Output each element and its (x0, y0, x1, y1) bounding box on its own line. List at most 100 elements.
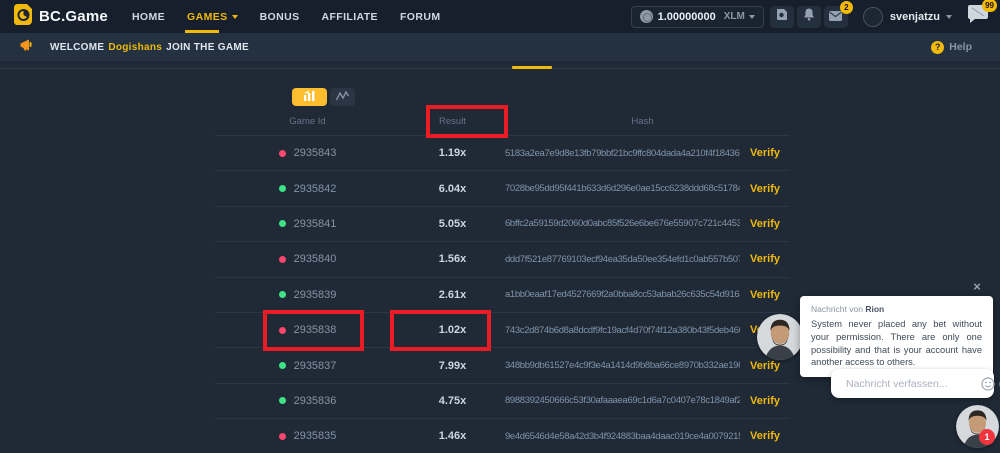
balance-amount: 1.00000000 (658, 11, 716, 23)
list-view-button[interactable] (292, 88, 327, 106)
chat-toggle-button[interactable]: 99 (968, 5, 988, 28)
help-button[interactable]: ? Help (931, 33, 972, 61)
annotation-box-result-1-02x (390, 310, 491, 351)
bc-game-logo-icon (13, 3, 33, 31)
chat-input[interactable] (831, 369, 981, 398)
verify-link[interactable]: Verify (740, 395, 790, 407)
hash-value: 743c2d874b6d8a8dcdf9fc19acf4d70f74f12a38… (505, 325, 740, 336)
emoji-icon[interactable] (981, 377, 995, 391)
mail-badge: 2 (840, 1, 853, 14)
chevron-down-icon (232, 15, 238, 19)
help-label: Help (949, 41, 972, 53)
chat-sender-avatar (757, 314, 803, 360)
verify-link[interactable]: Verify (740, 360, 790, 372)
status-dot (279, 150, 286, 157)
verify-link[interactable]: Verify (740, 253, 790, 265)
bar-chart-icon (303, 88, 317, 106)
hash-value: 9e4d6546d4e58a42d3b4f924883baa4daac019ce… (505, 431, 740, 442)
table-row: 2935840 1.56x ddd7f521e87769103ecf94ea35… (215, 241, 790, 276)
vault-button[interactable] (770, 6, 794, 28)
hash-value: 6bffc2a59159d2060d0abc85f526e6be676e5590… (505, 218, 740, 229)
hash-value: a1bb0eaaf17ed4527669f2a0bba8cc53abab26c6… (505, 289, 740, 300)
view-toggle-group (292, 88, 355, 106)
chat-badge: 99 (982, 0, 997, 12)
welcome-prefix: WELCOME (50, 42, 104, 53)
chat-message-card: Nachricht von Rion System never placed a… (800, 296, 993, 377)
bell-icon (803, 8, 815, 26)
verify-link[interactable]: Verify (740, 147, 790, 159)
megaphone-icon (20, 38, 34, 56)
balance-selector[interactable]: 1.00000000 XLM (631, 6, 764, 28)
hash-value: 5183a2ea7e9d8e13fb79bbf21bc9ffc804dada4a… (505, 148, 740, 159)
status-dot (279, 433, 286, 440)
status-dot (279, 291, 286, 298)
welcome-banner: WELCOME Dogishans JOIN THE GAME ? Help (0, 33, 1000, 61)
table-row: 2935842 6.04x 7028be95dd95f441b633d6d296… (215, 170, 790, 205)
game-id: 2935842 (294, 183, 337, 195)
status-dot (279, 220, 286, 227)
result-value: 1.46x (400, 430, 505, 442)
result-value: 7.99x (400, 360, 505, 372)
game-id: 2935835 (294, 430, 337, 442)
annotation-box-game-id-2935838 (263, 310, 364, 351)
trend-view-button[interactable] (330, 88, 355, 106)
nav-item-home[interactable]: HOME (132, 0, 165, 33)
result-value: 2.61x (400, 289, 505, 301)
hash-value: 7028be95dd95f441b633d6d296e0ae15cc6238dd… (505, 183, 740, 194)
annotation-box-result-header (426, 105, 508, 138)
chat-unread-badge: 1 (979, 429, 995, 445)
chevron-down-icon[interactable] (946, 15, 952, 19)
table-row: 2935839 2.61x a1bb0eaaf17ed4527669f2a0bb… (215, 277, 790, 312)
username[interactable]: svenjatzu (890, 11, 940, 23)
nav-item-forum[interactable]: FORUM (400, 0, 441, 33)
status-dot (279, 362, 286, 369)
chat-message-text: System never placed any bet without your… (811, 318, 982, 369)
chat-sender-name: Rion (865, 304, 884, 314)
balance-currency: XLM (724, 11, 745, 22)
verify-link[interactable]: Verify (740, 430, 790, 442)
game-id: 2935836 (294, 395, 337, 407)
result-value: 4.75x (400, 395, 505, 407)
nav-item-games[interactable]: GAMES (187, 0, 238, 33)
main-nav: HOME GAMES BONUS AFFILIATE FORUM (132, 0, 463, 33)
game-id: 2935840 (294, 253, 337, 265)
notifications-button[interactable] (797, 6, 821, 28)
question-mark-icon: ? (931, 41, 944, 54)
hash-value: ddd7f521e87769103ecf94ea35da50ee354efd1c… (505, 254, 740, 265)
result-value: 5.05x (400, 218, 505, 230)
game-id: 2935841 (294, 218, 337, 230)
table-row: 2935836 4.75x 8988392450666c53f30afaaaea… (215, 383, 790, 418)
brand-name: BC.Game (39, 8, 108, 25)
chevron-down-icon (749, 15, 755, 19)
mail-button[interactable]: 2 (824, 6, 848, 28)
status-dot (279, 256, 286, 263)
close-icon[interactable]: × (969, 279, 985, 294)
verify-link[interactable]: Verify (740, 289, 790, 301)
verify-link[interactable]: Verify (740, 183, 790, 195)
nav-item-bonus[interactable]: BONUS (260, 0, 300, 33)
nav-item-games-label: GAMES (187, 11, 228, 23)
nav-item-affiliate[interactable]: AFFILIATE (321, 0, 377, 33)
game-id: 2935837 (294, 360, 337, 372)
status-dot (279, 397, 286, 404)
tabs-divider (0, 68, 1000, 69)
verify-link[interactable]: Verify (740, 218, 790, 230)
result-value: 6.04x (400, 183, 505, 195)
trend-line-icon (336, 88, 349, 106)
navbar-right: 1.00000000 XLM 2 svenjatzu (631, 0, 1000, 33)
result-value: 1.56x (400, 253, 505, 265)
chat-from-text: Nachricht von (811, 304, 863, 314)
column-header-hash: Hash (505, 116, 740, 127)
hash-value: 8988392450666c53f30afaaaea69c1d6a7c0407e… (505, 395, 740, 406)
top-navbar: BC.Game HOME GAMES BONUS AFFILIATE FORUM… (0, 0, 1000, 33)
chat-input-bar (831, 369, 994, 398)
table-row: 2935843 1.19x 5183a2ea7e9d8e13fb79bbf21b… (215, 135, 790, 170)
status-dot (279, 185, 286, 192)
brand-logo[interactable]: BC.Game (13, 3, 108, 31)
active-tab-indicator (512, 66, 552, 69)
user-avatar[interactable] (863, 7, 883, 27)
game-id: 2935839 (294, 289, 337, 301)
coin-icon (640, 10, 653, 23)
result-value: 1.19x (400, 147, 505, 159)
hash-value: 348bb9db61527e4c9f3e4a1414d9b8ba66ce8970… (505, 360, 740, 371)
